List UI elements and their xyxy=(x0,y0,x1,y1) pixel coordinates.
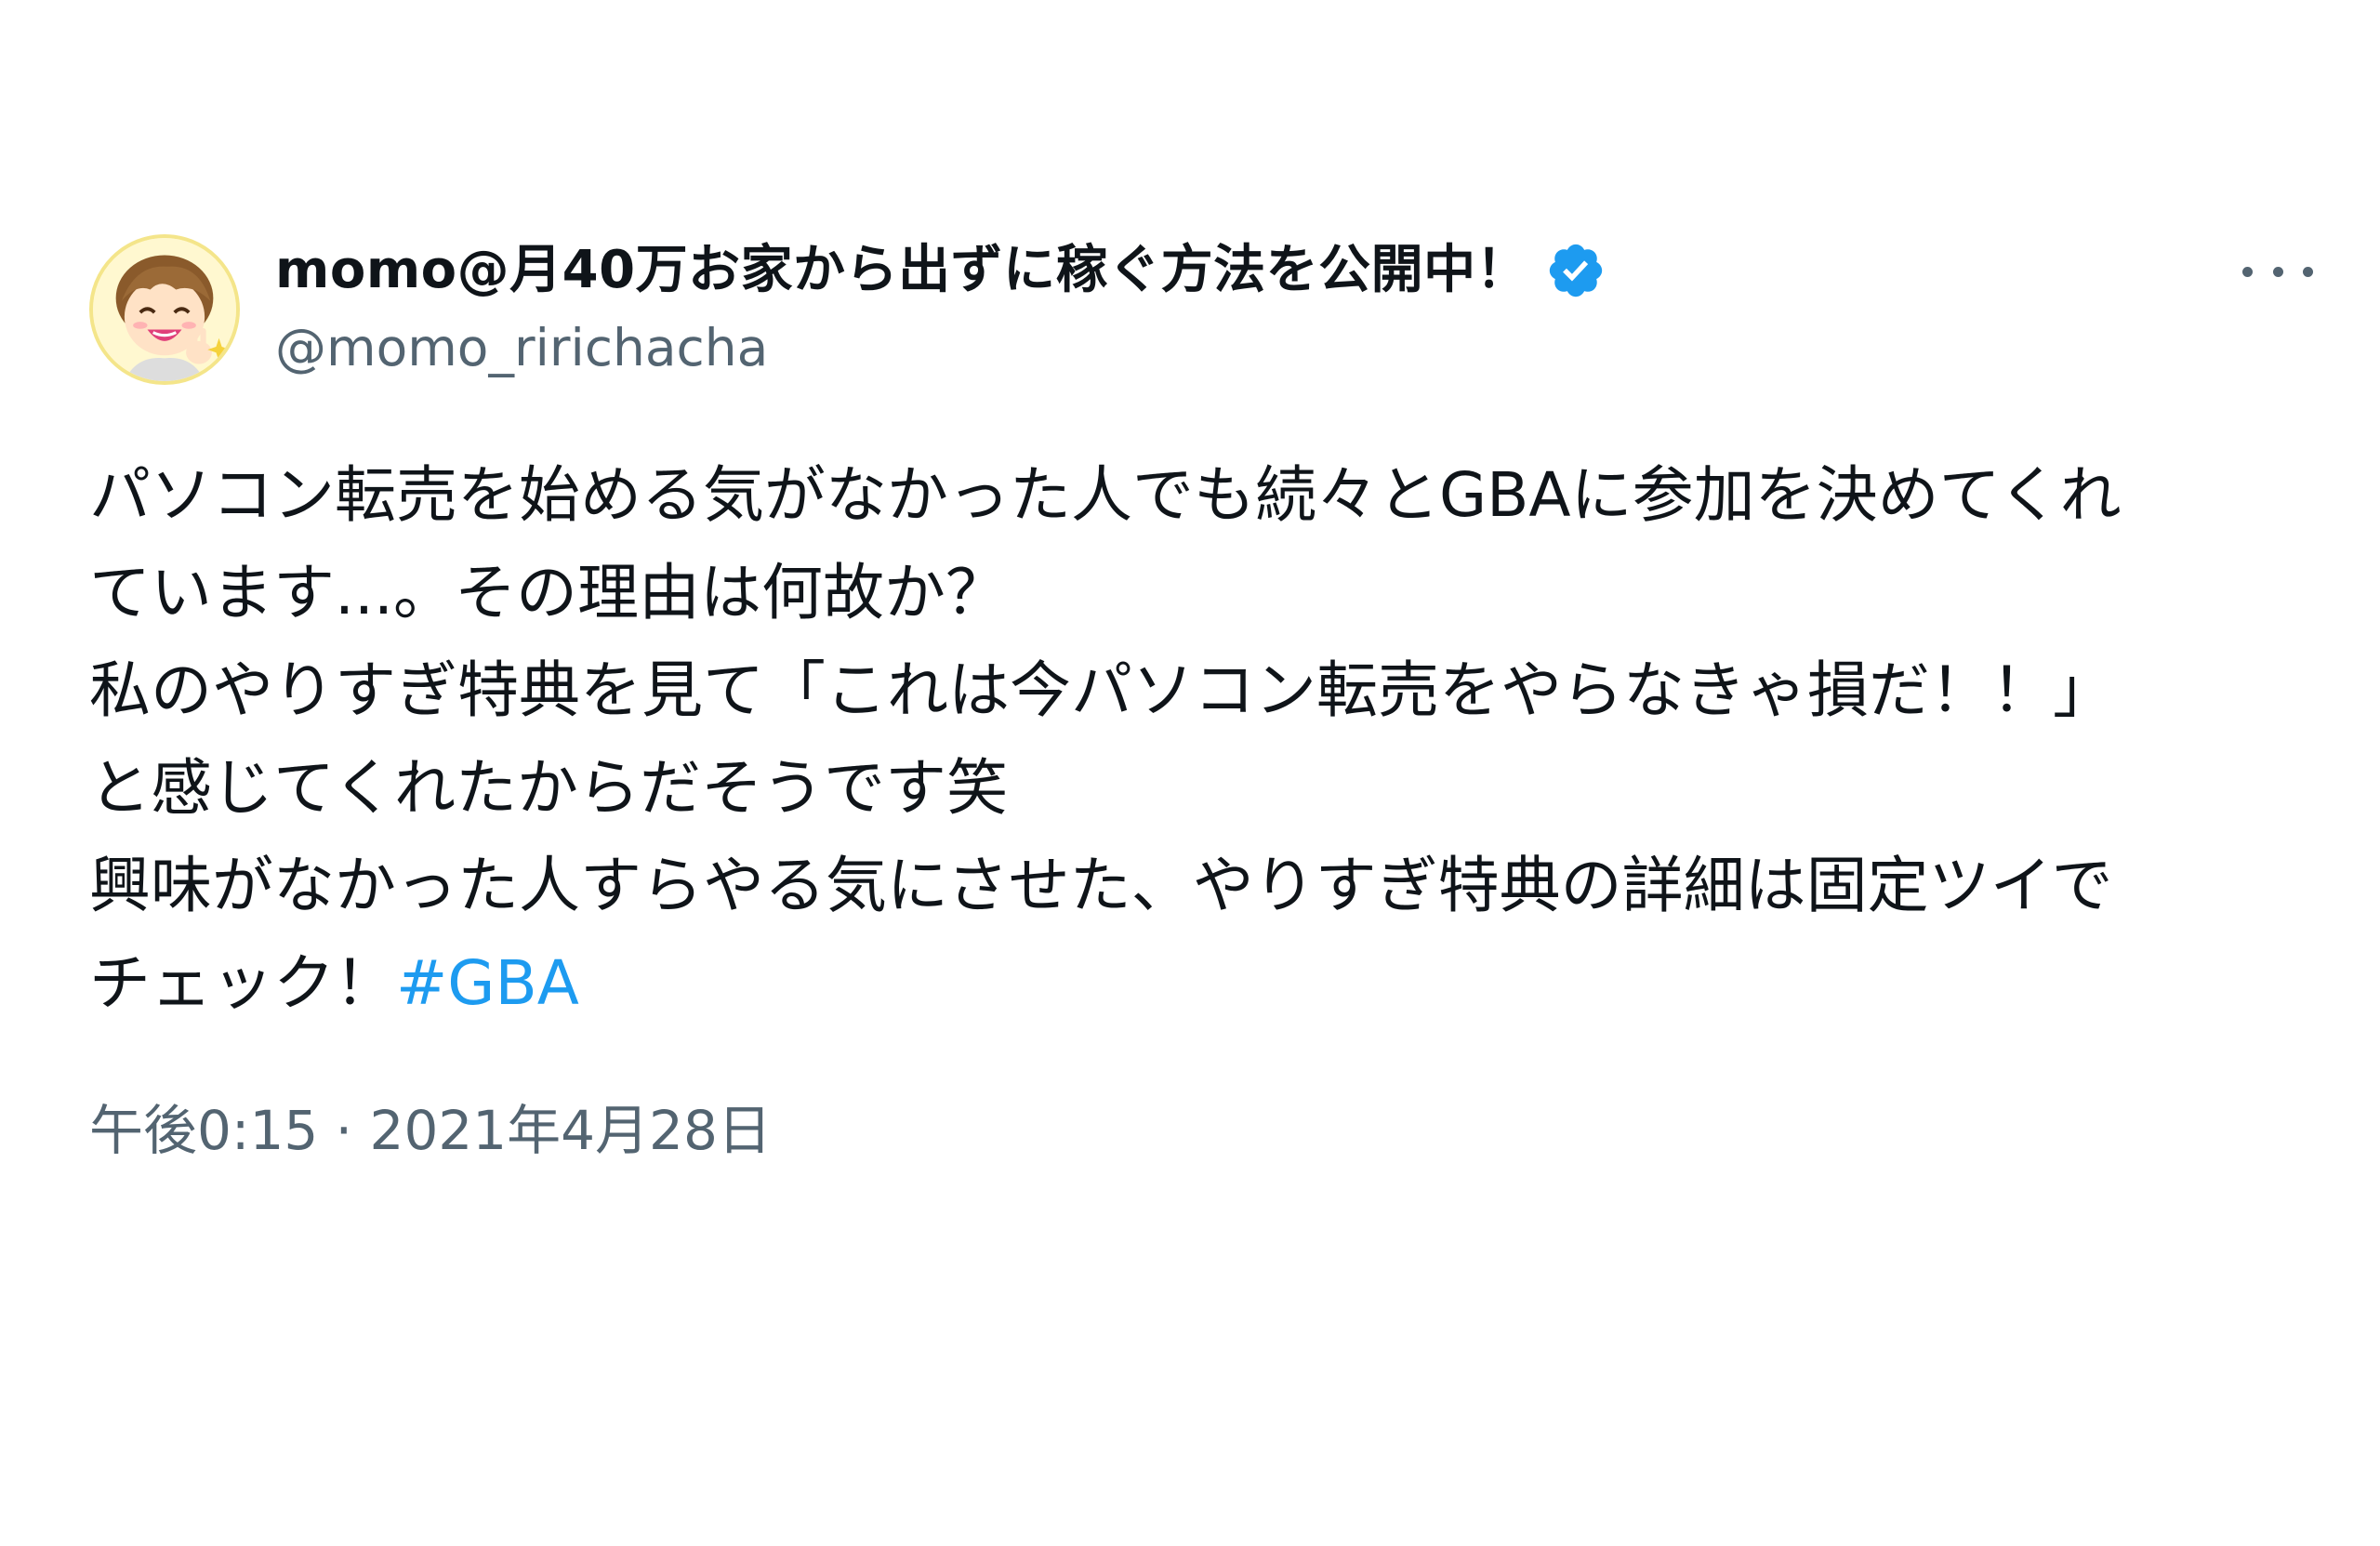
tweet-text: パソコン転売を始める気がなかった人でも続々とGBAに参加を決めてくれ ています.… xyxy=(89,446,2339,1032)
name-row: momo@月40万お家から出ずに稼ぐ方法を公開中！ xyxy=(275,232,2042,309)
tweet-timestamp[interactable]: 午後0:15 · 2021年4月28日 xyxy=(89,1093,772,1168)
tweet-text-line: 興味がなかった人すらやる気にさせた、やりすぎ特典の詳細は固定ツイで xyxy=(89,850,2113,921)
tweet-text-line: 私のやりすぎ特典を見て「これは今パソコン転売をやらなきゃ損だ！！」 xyxy=(89,654,2114,726)
tweet-text-line-last: チェック！#GBA xyxy=(89,934,2339,1032)
verified-badge-icon[interactable] xyxy=(1545,240,1606,301)
tweet-header: momo@月40万お家から出ずに稼ぐ方法を公開中！ @momo_ririchac… xyxy=(89,232,2320,400)
author-info: momo@月40万お家から出ずに稼ぐ方法を公開中！ @momo_ririchac… xyxy=(275,232,2042,385)
hashtag-link[interactable]: #GBA xyxy=(396,947,579,1019)
dot xyxy=(2272,266,2283,277)
handle[interactable]: @momo_ririchacha xyxy=(275,311,2042,385)
dot xyxy=(2242,266,2253,277)
tweet-text-line: パソコン転売を始める気がなかった人でも続々とGBAに参加を決めてくれ xyxy=(89,459,2122,531)
tweet-text-segment: チェック！ xyxy=(89,947,396,1019)
tweet-card: momo@月40万お家から出ずに稼ぐ方法を公開中！ @momo_ririchac… xyxy=(0,0,2380,1546)
tweet-text-line: ています...。その理由は何故か？ xyxy=(89,557,1007,628)
tweet-text-line: と感じてくれたからだそうです笑 xyxy=(89,752,1009,824)
avatar[interactable] xyxy=(89,234,240,385)
avatar-illustration xyxy=(93,238,236,381)
display-name[interactable]: momo@月40万お家から出ずに稼ぐ方法を公開中！ xyxy=(275,232,1528,309)
dot xyxy=(2303,266,2313,277)
more-options-icon[interactable] xyxy=(2242,255,2313,288)
